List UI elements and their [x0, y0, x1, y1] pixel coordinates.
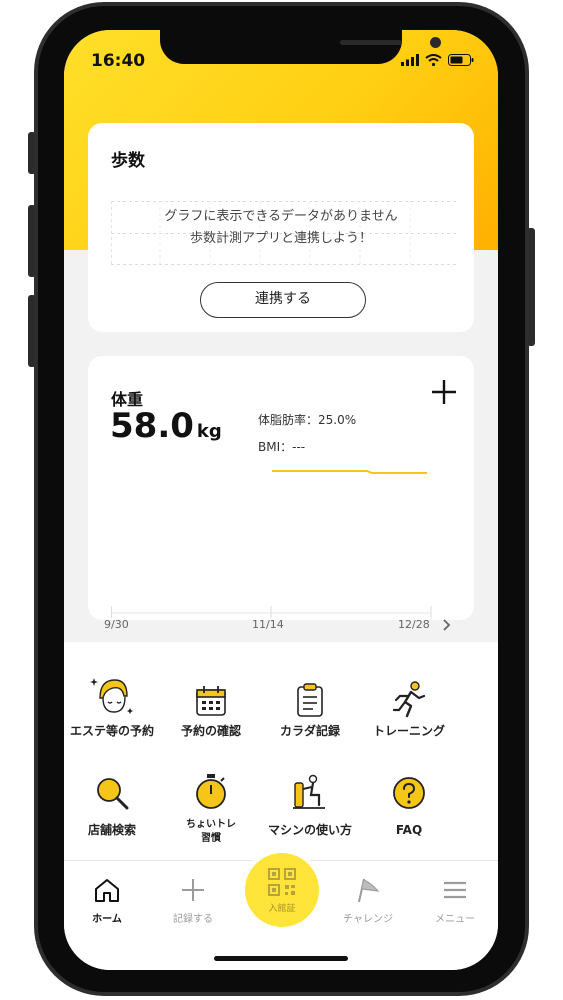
front-camera	[430, 37, 441, 48]
nav-item-challenge[interactable]: チャレンジ	[328, 877, 408, 925]
nav-item-record[interactable]: 記録する	[153, 877, 233, 925]
menu-item-body-record[interactable]: カラダ記録	[260, 678, 360, 739]
menu-label: FAQ	[395, 823, 423, 837]
menu-item-store-search[interactable]: 店舗検索	[64, 771, 162, 838]
x-tick-label: 12/28	[398, 618, 430, 631]
steps-empty-line2: 歩数計測アプリと連携しよう！	[189, 231, 372, 246]
home-icon	[95, 879, 119, 902]
app-screen: 16:40 歩数 グラフに表示できるデータがありません 歩数計測アプリと連携しよ…	[64, 30, 498, 970]
plus-icon	[182, 879, 204, 901]
nav-label: チャレンジ	[343, 914, 393, 925]
steps-card: 歩数 グラフに表示できるデータがありません 歩数計測アプリと連携しよう！ 連携す…	[88, 123, 474, 332]
search-icon	[97, 778, 129, 810]
chevron-right-icon[interactable]	[442, 618, 452, 632]
steps-title: 歩数	[111, 151, 145, 171]
steps-empty-message: グラフに表示できるデータがありません 歩数計測アプリと連携しよう！	[88, 206, 474, 250]
weight-card: 体重 58.0 kg 体脂肪率：25.0% BMI：--- 9/30 11/14 …	[88, 356, 474, 631]
calendar-icon	[196, 686, 226, 716]
body-fat-text: 体脂肪率：25.0%	[258, 413, 357, 427]
menu-label: マシンの使い方	[267, 823, 352, 837]
home-indicator[interactable]	[214, 956, 348, 961]
menu-item-esthetic[interactable]: エステ等の予約	[64, 678, 162, 739]
nav-item-home[interactable]: ホーム	[67, 877, 147, 925]
speaker	[340, 40, 402, 45]
flag-icon	[358, 878, 380, 903]
x-tick-label: 9/30	[104, 618, 129, 631]
steps-empty-line1: グラフに表示できるデータがありません	[164, 209, 398, 224]
menu-label: ちょいトレ 習慣	[161, 818, 261, 846]
weight-value: 58.0	[110, 406, 194, 446]
phone-notch	[160, 30, 441, 64]
stopwatch-icon	[196, 774, 226, 809]
menu-label: トレーニング	[372, 724, 445, 738]
menu-label: 店舗検索	[87, 823, 136, 837]
wifi-icon	[425, 54, 442, 66]
menu-item-training[interactable]: トレーニング	[359, 678, 459, 739]
signal-icon	[401, 54, 419, 66]
menu-label: カラダ記録	[279, 724, 340, 738]
hamburger-menu-icon	[444, 881, 466, 899]
menu-label: エステ等の予約	[69, 724, 154, 738]
weight-sparkline	[272, 470, 427, 474]
status-time: 16:40	[91, 51, 146, 71]
nav-label: 記録する	[173, 914, 213, 925]
nav-label: ホーム	[92, 914, 122, 925]
entry-pass-label: 入館証	[268, 904, 296, 914]
entry-pass-button[interactable]: 入館証	[245, 853, 319, 927]
x-tick-label: 11/14	[252, 618, 284, 631]
weight-unit: kg	[196, 421, 222, 442]
status-icons	[401, 54, 474, 66]
qr-code-icon	[268, 868, 296, 896]
menu-item-faq[interactable]: FAQ	[359, 771, 459, 838]
running-icon	[392, 681, 426, 718]
menu-item-reservation-check[interactable]: 予約の確認	[161, 678, 261, 739]
menu-label-line1: ちょいトレ	[186, 819, 236, 830]
connect-button[interactable]: 連携する	[200, 282, 366, 318]
nav-item-menu[interactable]: メニュー	[415, 877, 495, 925]
nav-label: メニュー	[435, 914, 475, 925]
battery-icon	[448, 54, 474, 66]
weight-value-block: 58.0 kg	[110, 406, 222, 446]
esthetic-face-icon	[90, 678, 133, 714]
menu-item-choi-training[interactable]: ちょいトレ 習慣	[161, 771, 261, 846]
menu-label: 予約の確認	[180, 724, 241, 738]
plus-icon[interactable]	[430, 378, 458, 406]
machine-icon	[293, 774, 325, 809]
clipboard-icon	[297, 683, 323, 717]
menu-item-machine-usage[interactable]: マシンの使い方	[260, 771, 360, 838]
menu-label-line2: 習慣	[201, 833, 221, 844]
help-icon	[393, 777, 425, 809]
bmi-text: BMI：---	[258, 440, 306, 454]
